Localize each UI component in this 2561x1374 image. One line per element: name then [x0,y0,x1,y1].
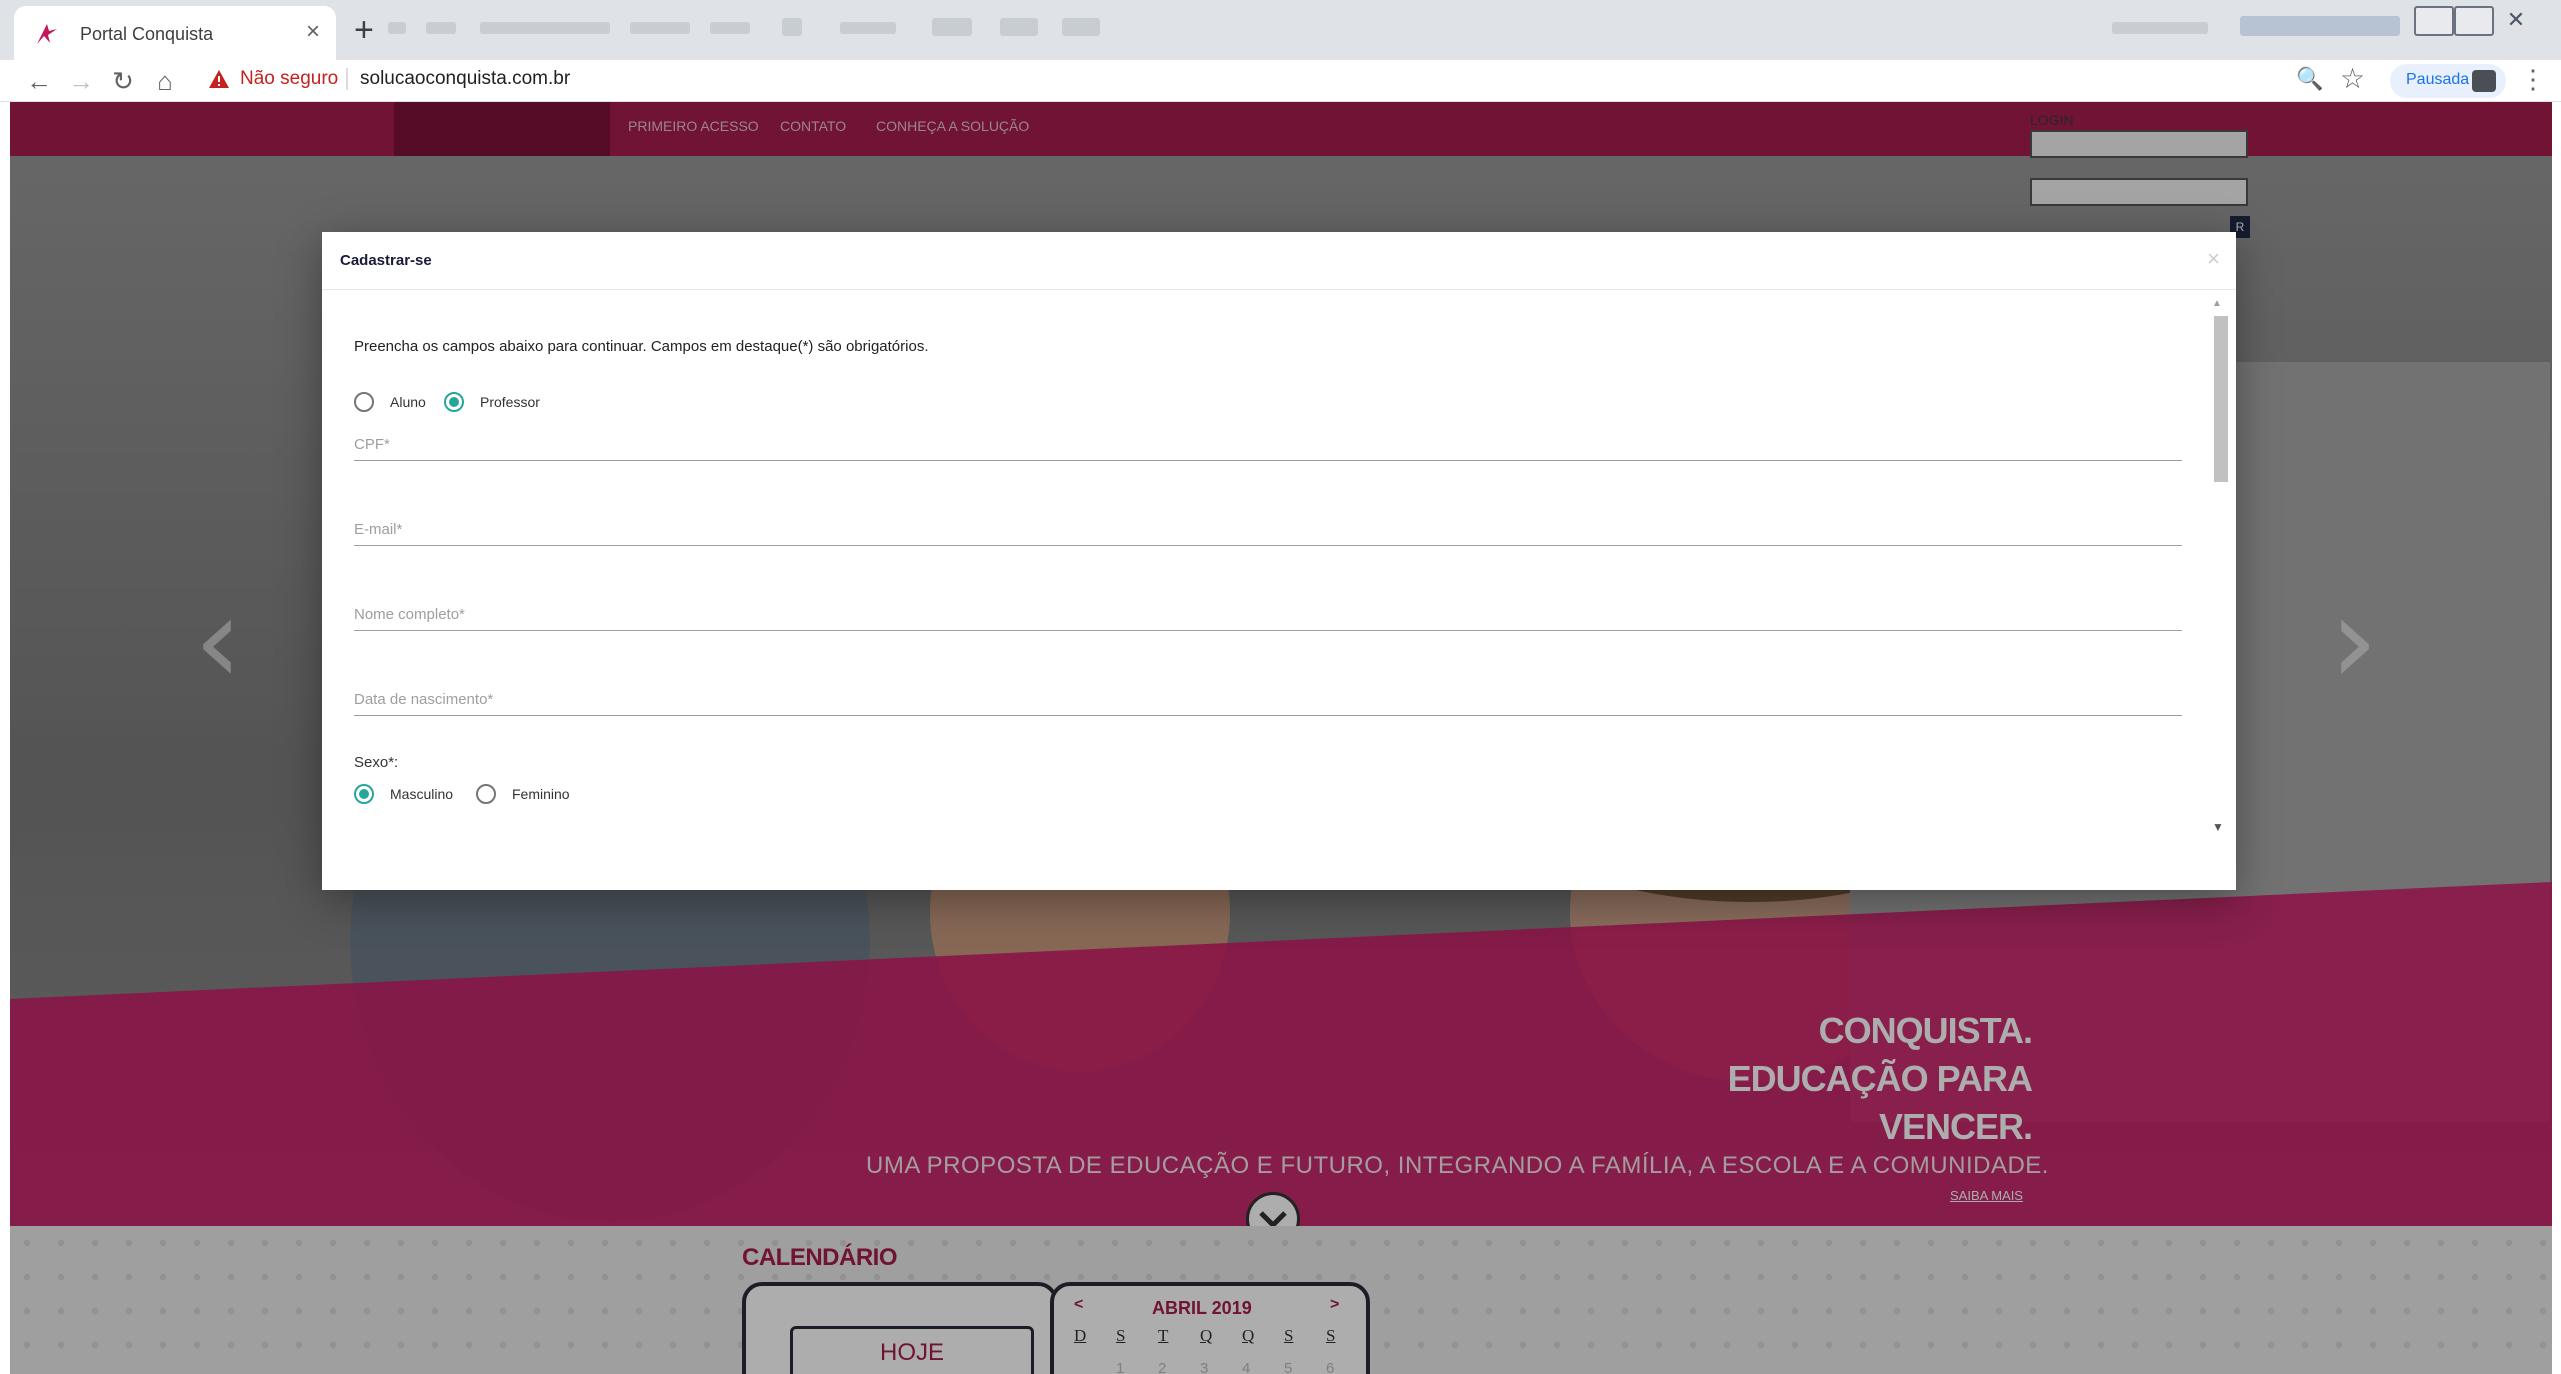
blurred-bookmark[interactable] [840,22,896,34]
tab-close-icon[interactable]: × [306,19,320,45]
conquista-favicon-icon [37,24,57,44]
zoom-icon[interactable]: 🔍 [2296,66,2323,92]
radio-masculino-label[interactable]: Masculino [390,786,453,802]
blurred-bookmark[interactable] [932,18,972,36]
tab-title: Portal Conquista [80,24,214,44]
cpf-field[interactable]: CPF* [354,436,390,453]
radio-professor[interactable] [444,392,464,412]
url-divider [346,68,348,90]
blurred-bookmark[interactable] [1000,18,1038,36]
profile-status: Pausada [2406,71,2470,88]
restore-icon[interactable] [2454,6,2494,36]
browser-window: Portal Conquista × + ✕ ← → ↻ ⌂ Não segur… [0,0,2561,1374]
radio-aluno-label[interactable]: Aluno [390,394,426,410]
radio-professor-label[interactable]: Professor [480,394,540,410]
tab-portal-conquista[interactable]: Portal Conquista × [14,6,336,60]
radio-feminino-label[interactable]: Feminino [512,786,570,802]
home-button[interactable]: ⌂ [148,64,182,98]
email-field[interactable]: E-mail* [354,521,402,538]
signup-modal: Cadastrar-se × Preencha os campos abaixo… [322,232,2236,890]
browser-toolbar: ← → ↻ ⌂ Não seguro solucaoconquista.com.… [0,60,2561,102]
nome-completo-field[interactable]: Nome completo* [354,606,465,623]
nome-field-underline [354,630,2182,631]
nascimento-field[interactable]: Data de nascimento* [354,691,493,708]
avatar [2472,70,2496,92]
tab-strip: Portal Conquista × + ✕ [0,0,2561,60]
close-window-icon[interactable]: ✕ [2496,6,2536,36]
blurred-bookmark[interactable] [1062,18,1100,36]
modal-body: Preencha os campos abaixo para continuar… [322,290,2198,890]
back-button[interactable]: ← [22,64,56,98]
radio-aluno[interactable] [354,392,374,412]
blurred-bookmark[interactable] [630,22,690,34]
form-instructions: Preencha os campos abaixo para continuar… [354,338,929,355]
sexo-label: Sexo*: [354,754,399,771]
profile-button[interactable]: Pausada [2390,64,2506,98]
modal-title: Cadastrar-se [340,252,432,269]
cpf-field-underline [354,460,2182,461]
nascimento-field-underline [354,715,2182,716]
minimize-icon[interactable] [2414,6,2454,36]
address-bar[interactable]: solucaoconquista.com.br [360,68,570,90]
forward-button[interactable]: → [64,64,98,98]
blurred-bookmark[interactable] [426,22,456,34]
scroll-down-icon[interactable]: ▼ [2212,820,2224,834]
bookmark-star-icon[interactable]: ☆ [2340,62,2365,95]
browser-menu-icon[interactable]: ⋮ [2520,64,2546,95]
modal-header: Cadastrar-se × [322,232,2236,290]
reload-button[interactable]: ↻ [106,64,140,98]
radio-feminino[interactable] [476,784,496,804]
new-tab-button[interactable]: + [354,10,374,50]
web-page: PRIMEIRO ACESSO CONTATO CONHEÇA A SOLUÇÃ… [10,102,2552,1374]
scroll-up-icon[interactable]: ▲ [2212,298,2222,309]
blurred-bookmark[interactable] [2240,16,2400,36]
warning-icon[interactable] [208,68,230,90]
modal-scrollbar[interactable]: ▲ ▼ [2198,290,2236,890]
blurred-bookmark[interactable] [710,22,750,34]
blurred-bookmark[interactable] [782,18,802,36]
email-field-underline [354,545,2182,546]
security-status[interactable]: Não seguro [240,68,338,90]
blurred-bookmark[interactable] [480,22,610,34]
blurred-bookmark[interactable] [388,22,406,34]
scrollbar-thumb[interactable] [2214,316,2228,482]
close-icon[interactable]: × [2207,246,2220,272]
radio-masculino[interactable] [354,784,374,804]
blurred-bookmark[interactable] [2112,22,2208,34]
